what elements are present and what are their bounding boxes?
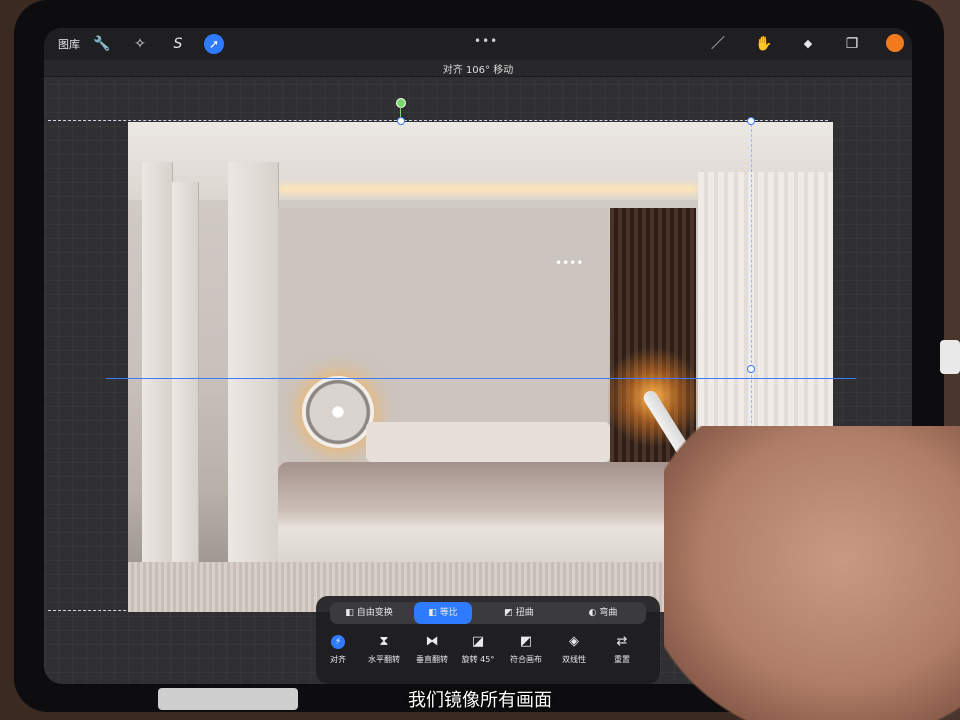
video-subtitle: 我们镜像所有画面 <box>408 690 552 711</box>
flip-vertical-icon: ⧓ <box>425 634 439 649</box>
more-options-icon[interactable]: ••• <box>474 34 498 48</box>
free-transform-icon: ◧ <box>345 608 354 618</box>
rotate-45-button[interactable]: ◪ 旋转 45° <box>456 634 500 665</box>
wall-panel <box>142 162 173 602</box>
apple-pencil-tip <box>940 340 960 374</box>
warp-icon: ◐ <box>588 608 597 618</box>
transform-arrow-icon[interactable]: ➚ <box>204 34 224 54</box>
transform-mode-selector: ◧ 自由变换 ◧ 等比 ◩ 扭曲 ◐ 弯曲 <box>330 602 646 624</box>
snap-guide-horizontal <box>106 378 856 379</box>
selection-s-icon[interactable]: S <box>168 34 188 54</box>
flip-vertical-button[interactable]: ⧓ 垂直翻转 <box>410 634 454 665</box>
uniform-icon: ◧ <box>428 608 437 618</box>
gallery-button[interactable]: 图库 <box>58 36 80 52</box>
wall-panel <box>228 162 279 582</box>
reset-button[interactable]: ⇄ 重置 <box>600 634 644 665</box>
action-label: 对齐 <box>330 655 346 664</box>
mode-uniform[interactable]: ◧ 等比 <box>414 602 472 624</box>
wall-panel <box>172 182 199 582</box>
wrench-icon[interactable]: 🔧 <box>92 34 112 54</box>
mode-label: 弯曲 <box>599 608 618 618</box>
action-label: 双线性 <box>562 655 586 664</box>
bilinear-icon: ◈ <box>569 634 579 649</box>
bed-headboard <box>366 422 610 462</box>
status-bar: 对齐 106° 移动 <box>44 60 912 77</box>
smudge-icon[interactable]: ✋ <box>754 34 774 54</box>
color-swatch[interactable] <box>886 34 904 52</box>
mode-label: 扭曲 <box>515 608 534 618</box>
flip-horizontal-button[interactable]: ⧗ 水平翻转 <box>362 634 406 665</box>
hand <box>664 426 960 720</box>
fit-canvas-icon: ◩ <box>519 634 533 649</box>
action-label: 重置 <box>614 655 630 664</box>
distort-icon: ◩ <box>504 608 513 618</box>
snap-icon: ⚡ <box>331 635 345 649</box>
action-label: 垂直翻转 <box>416 655 448 664</box>
ceiling-light-strip <box>278 184 698 194</box>
fit-canvas-button[interactable]: ◩ 符合画布 <box>504 634 548 665</box>
reset-icon: ⇄ <box>616 634 628 649</box>
mode-label: 自由变换 <box>356 608 393 618</box>
mode-free-transform[interactable]: ◧ 自由变换 <box>330 602 408 624</box>
transform-toolbar: ◧ 自由变换 ◧ 等比 ◩ 扭曲 ◐ 弯曲 ⚡ 对齐 ⧗ 水平翻转 ⧓ 垂直翻转 ◪ 旋… <box>316 596 660 684</box>
action-label: 符合画布 <box>510 655 542 664</box>
status-text: 对齐 106° 移动 <box>442 65 514 76</box>
rotate-icon: ◪ <box>471 634 485 649</box>
action-label: 水平翻转 <box>368 655 400 664</box>
flip-horizontal-icon: ⧗ <box>379 634 389 649</box>
eraser-icon[interactable]: ◆ <box>798 34 818 54</box>
layers-icon[interactable]: ❐ <box>842 34 862 54</box>
brush-icon[interactable]: ／ <box>708 34 728 54</box>
bilinear-button[interactable]: ◈ 双线性 <box>552 634 596 665</box>
transform-handle-top[interactable] <box>397 117 405 125</box>
canvas-handle-dots[interactable]: •••• <box>555 256 583 270</box>
mode-warp[interactable]: ◐ 弯曲 <box>564 602 642 624</box>
top-toolbar: 图库 🔧 ✧ S ➚ ••• ／ ✋ ◆ ❐ <box>44 28 912 60</box>
magic-wand-icon[interactable]: ✧ <box>130 34 150 54</box>
selection-top-edge <box>48 120 828 121</box>
bed <box>278 462 678 572</box>
action-label: 旋转 45° <box>461 655 495 664</box>
rotation-handle[interactable] <box>396 98 406 108</box>
mode-label: 等比 <box>439 608 458 618</box>
transform-handle-top-right[interactable] <box>747 117 755 125</box>
snap-button[interactable]: ⚡ 对齐 <box>316 634 360 665</box>
transform-handle-right[interactable] <box>747 365 755 373</box>
mode-distort[interactable]: ◩ 扭曲 <box>480 602 558 624</box>
round-wall-lamp <box>302 376 374 448</box>
